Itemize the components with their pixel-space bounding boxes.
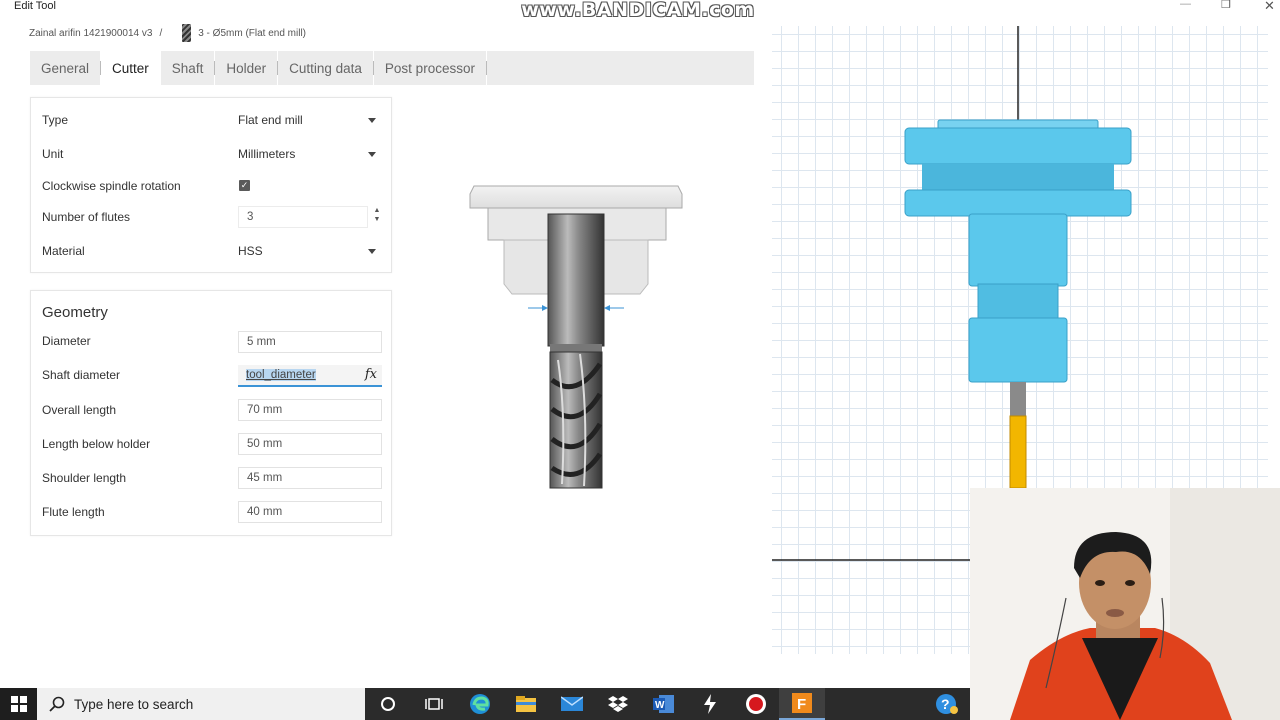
end-mill-icon bbox=[182, 24, 192, 42]
close-icon[interactable]: ✕ bbox=[1264, 0, 1275, 14]
breadcrumb-project[interactable]: Zainal arifin 1421900014 v3 bbox=[29, 28, 152, 39]
dropbox-icon[interactable] bbox=[595, 688, 641, 720]
task-view-icon[interactable] bbox=[411, 688, 457, 720]
help-icon[interactable]: ? bbox=[924, 688, 970, 720]
cortana-icon[interactable] bbox=[365, 688, 411, 720]
tab-general[interactable]: General bbox=[30, 51, 102, 85]
svg-text:W: W bbox=[655, 700, 665, 711]
fx-icon[interactable]: fx bbox=[365, 365, 377, 385]
breadcrumb: Zainal arifin 1421900014 v3 / 3 - Ø5mm (… bbox=[29, 24, 306, 42]
taskbar-search-box[interactable]: Type here to search bbox=[37, 688, 365, 720]
tab-holder[interactable]: Holder bbox=[215, 51, 279, 85]
mail-icon[interactable] bbox=[549, 688, 595, 720]
tool-3d bbox=[1009, 382, 1027, 489]
svg-text:?: ? bbox=[941, 696, 950, 712]
overall-length-input[interactable]: 70 mm bbox=[238, 399, 382, 421]
cutter-properties-panel: Type Flat end mill Unit Millimeters Cloc… bbox=[30, 97, 392, 273]
tab-bar: General Cutter Shaft Holder Cutting data… bbox=[30, 51, 754, 85]
material-select[interactable]: HSS bbox=[238, 240, 380, 262]
flutes-stepper[interactable]: ▲ ▼ bbox=[372, 206, 382, 228]
breadcrumb-separator: / bbox=[159, 27, 163, 39]
material-value: HSS bbox=[238, 244, 263, 258]
length-below-holder-input[interactable]: 50 mm bbox=[238, 433, 382, 455]
webcam-overlay bbox=[970, 488, 1280, 720]
length-below-holder-label: Length below holder bbox=[42, 437, 151, 451]
edge-icon[interactable] bbox=[457, 688, 503, 720]
geometry-panel: Geometry Diameter 5 mm Shaft diameter to… bbox=[30, 290, 392, 536]
tab-cutting-data[interactable]: Cutting data bbox=[278, 51, 374, 85]
diameter-input[interactable]: 5 mm bbox=[238, 331, 382, 353]
shoulder-length-label: Shoulder length bbox=[42, 471, 127, 485]
file-explorer-icon[interactable] bbox=[503, 688, 549, 720]
spindle-rotation-label: Clockwise spindle rotation bbox=[42, 179, 181, 193]
restore-icon[interactable]: ❐ bbox=[1221, 0, 1231, 11]
presenter-video bbox=[970, 488, 1280, 720]
diameter-label: Diameter bbox=[42, 334, 91, 348]
windows-taskbar: Type here to search W F ? bbox=[0, 688, 970, 720]
flutes-input[interactable]: 3 bbox=[238, 206, 368, 228]
overall-length-label: Overall length bbox=[42, 403, 117, 417]
spindle-rotation-checkbox[interactable]: ✓ bbox=[239, 180, 250, 191]
unit-value: Millimeters bbox=[238, 147, 296, 161]
windows-start-icon[interactable] bbox=[0, 688, 37, 720]
search-placeholder: Type here to search bbox=[74, 696, 194, 712]
tab-cutter[interactable]: Cutter bbox=[101, 51, 161, 85]
record-icon[interactable] bbox=[733, 688, 779, 720]
flutes-label: Number of flutes bbox=[42, 210, 131, 224]
geometry-title: Geometry bbox=[42, 304, 108, 321]
fusion360-icon[interactable]: F bbox=[779, 688, 825, 720]
type-value: Flat end mill bbox=[238, 113, 303, 127]
chevron-down-icon bbox=[368, 118, 376, 123]
shaft-diameter-value: tool_diameter bbox=[246, 369, 316, 381]
tab-post-processor[interactable]: Post processor bbox=[374, 51, 488, 85]
unit-label: Unit bbox=[42, 147, 64, 161]
window-title: Edit Tool bbox=[14, 0, 56, 12]
unit-select[interactable]: Millimeters bbox=[238, 143, 380, 165]
chevron-down-icon bbox=[368, 152, 376, 157]
tool-preview-diagram bbox=[469, 185, 683, 489]
app-icon[interactable] bbox=[687, 688, 733, 720]
material-label: Material bbox=[42, 244, 85, 258]
type-select[interactable]: Flat end mill bbox=[238, 109, 380, 131]
tab-shaft[interactable]: Shaft bbox=[161, 51, 216, 85]
minimize-icon[interactable]: — bbox=[1180, 0, 1191, 10]
word-icon[interactable]: W bbox=[641, 688, 687, 720]
search-icon bbox=[49, 696, 65, 712]
type-label: Type bbox=[42, 113, 69, 127]
chevron-down-icon bbox=[368, 249, 376, 254]
flute-length-input[interactable]: 40 mm bbox=[238, 501, 382, 523]
flute-length-label: Flute length bbox=[42, 505, 105, 519]
recording-watermark: www.BANDICAM.com bbox=[521, 0, 755, 21]
svg-text:F: F bbox=[797, 696, 806, 713]
breadcrumb-tool: 3 - Ø5mm (Flat end mill) bbox=[198, 27, 307, 39]
holder-3d bbox=[904, 119, 1132, 383]
end-mill-shape bbox=[547, 213, 605, 489]
shaft-diameter-label: Shaft diameter bbox=[42, 368, 121, 382]
shaft-diameter-input[interactable]: tool_diameter fx bbox=[238, 365, 382, 387]
shoulder-length-input[interactable]: 45 mm bbox=[238, 467, 382, 489]
